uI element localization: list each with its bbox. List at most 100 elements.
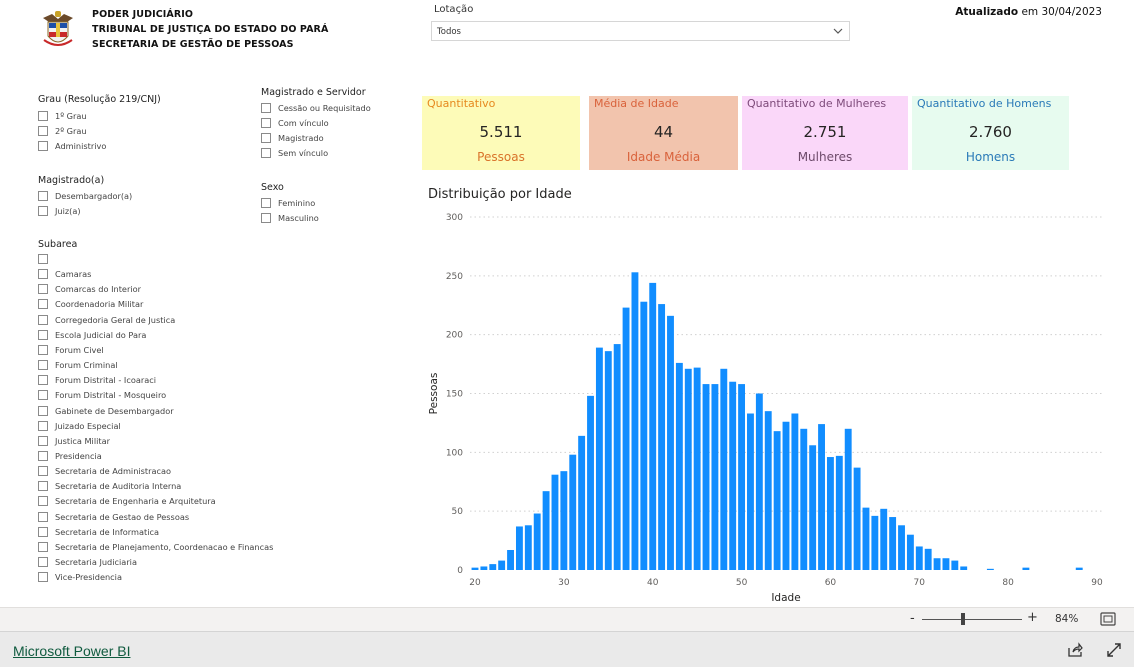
checkbox[interactable]	[38, 375, 48, 386]
zoom-out-button[interactable]: -	[910, 611, 915, 626]
checkbox[interactable]	[38, 360, 48, 371]
slicer-option-subarea[interactable]: Escola Judicial do Para	[38, 329, 146, 341]
slicer-option-subarea[interactable]: Juizado Especial	[38, 420, 121, 432]
zoom-in-button[interactable]: +	[1027, 610, 1038, 625]
slicer-option-label: Secretaria Judiciaria	[55, 557, 137, 567]
slicer-option-magistrado[interactable]: Juiz(a)	[38, 205, 81, 217]
slicer-option-mag_servidor[interactable]: Com vínculo	[261, 117, 329, 129]
checkbox[interactable]	[261, 198, 271, 208]
checkbox[interactable]	[38, 254, 48, 264]
slicer-option-grau[interactable]: Administrivo	[38, 140, 106, 152]
slicer-option-label: Desembargador(a)	[55, 191, 133, 201]
fit-to-page-icon[interactable]	[1100, 612, 1116, 626]
slicer-option-subarea[interactable]: Secretaria Judiciaria	[38, 556, 137, 568]
kpi-unit: Pessoas	[477, 150, 525, 164]
histogram-bar	[684, 368, 692, 570]
slicer-option-mag_servidor[interactable]: Sem vínculo	[261, 147, 328, 159]
checkbox[interactable]	[38, 572, 48, 583]
slicer-option-label: Escola Judicial do Para	[55, 329, 147, 340]
slicer-title-grau: Grau (Resolução 219/CNJ)	[38, 94, 161, 105]
checkbox[interactable]	[38, 450, 48, 461]
slicer-option-mag_servidor[interactable]: Magistrado	[261, 132, 324, 144]
slicer-option-subarea[interactable]: Secretaria de Planejamento, Coordenacao …	[38, 541, 273, 553]
slicer-option-subarea[interactable]: Forum Criminal	[38, 359, 118, 371]
slicer-option-grau[interactable]: 2º Grau	[38, 125, 87, 137]
slicer-option-subarea[interactable]	[38, 253, 55, 265]
y-tick-label: 300	[446, 213, 463, 223]
slicer-option-subarea[interactable]: Secretaria de Auditoria Interna	[38, 480, 181, 492]
fullscreen-icon[interactable]	[1106, 642, 1122, 658]
checkbox[interactable]	[38, 496, 48, 507]
slicer-option-subarea[interactable]: Justica Militar	[38, 435, 110, 447]
slicer-option-subarea[interactable]: Corregedoria Geral de Justica	[38, 314, 175, 326]
checkbox[interactable]	[261, 118, 271, 128]
kpi-unit: Homens	[965, 150, 1016, 164]
histogram-bar	[613, 344, 621, 570]
slicer-option-label: Comarcas do Interior	[55, 284, 141, 295]
checkbox[interactable]	[38, 541, 48, 552]
slicer-option-subarea[interactable]: Vice-Presidencia	[38, 571, 122, 583]
checkbox[interactable]	[38, 111, 48, 121]
checkbox[interactable]	[38, 435, 48, 446]
slicer-option-mag_servidor[interactable]: Cessão ou Requisitado	[261, 102, 371, 114]
checkbox[interactable]	[38, 329, 48, 340]
checkbox[interactable]	[38, 299, 48, 310]
checkbox[interactable]	[38, 390, 48, 401]
zoom-slider-handle[interactable]	[961, 613, 965, 625]
checkbox[interactable]	[38, 405, 48, 416]
slicer-option-subarea[interactable]: Forum Civel	[38, 344, 104, 356]
slicer-option-subarea[interactable]: Secretaria de Gestao de Pessoas	[38, 511, 189, 523]
checkbox[interactable]	[38, 526, 48, 537]
slicer-option-label: Coordenadoria Militar	[55, 299, 144, 310]
checkbox[interactable]	[38, 557, 48, 567]
slicer-option-sexo[interactable]: Feminino	[261, 197, 315, 209]
slicer-option-label: Secretaria de Gestao de Pessoas	[55, 511, 190, 522]
slicer-option-subarea[interactable]: Camaras	[38, 268, 91, 280]
checkbox[interactable]	[38, 191, 48, 201]
share-icon[interactable]	[1067, 642, 1083, 658]
slicer-option-sexo[interactable]: Masculino	[261, 212, 319, 224]
slicer-option-subarea[interactable]: Forum Distrital - Mosqueiro	[38, 389, 166, 401]
checkbox[interactable]	[261, 133, 271, 143]
checkbox[interactable]	[38, 314, 48, 325]
x-tick-label: 30	[558, 578, 570, 588]
x-tick-label: 70	[914, 578, 926, 588]
slicer-option-subarea[interactable]: Secretaria de Informatica	[38, 526, 159, 538]
microsoft-power-bi-link[interactable]: Microsoft Power BI	[13, 643, 130, 659]
zoom-slider-track[interactable]	[922, 619, 1022, 620]
checkbox[interactable]	[38, 511, 48, 522]
histogram-bar	[640, 301, 648, 570]
slicer-option-grau[interactable]: 1º Grau	[38, 110, 87, 122]
slicer-option-subarea[interactable]: Coordenadoria Militar	[38, 298, 143, 310]
checkbox[interactable]	[38, 269, 48, 280]
slicer-option-label: Cessão ou Requisitado	[278, 103, 371, 113]
checkbox[interactable]	[261, 103, 271, 113]
slicer-title-mag_servidor: Magistrado e Servidor	[261, 87, 366, 98]
slicer-option-subarea[interactable]: Presidencia	[38, 450, 102, 462]
slicer-option-magistrado[interactable]: Desembargador(a)	[38, 190, 132, 202]
checkbox[interactable]	[38, 284, 48, 295]
checkbox[interactable]	[38, 481, 48, 492]
slicer-option-subarea[interactable]: Secretaria de Engenharia e Arquitetura	[38, 495, 216, 507]
checkbox[interactable]	[38, 206, 48, 216]
checkbox[interactable]	[38, 420, 48, 431]
histogram-bar	[889, 517, 897, 570]
histogram-bar	[595, 347, 603, 570]
slicer-option-label: 2º Grau	[55, 126, 87, 136]
lotacao-dropdown[interactable]: Todos	[431, 21, 850, 41]
slicer-option-subarea[interactable]: Gabinete de Desembargador	[38, 405, 174, 417]
lotacao-label: Lotação	[434, 4, 474, 15]
checkbox[interactable]	[38, 141, 48, 151]
checkbox[interactable]	[261, 213, 271, 223]
checkbox[interactable]	[38, 466, 48, 477]
slicer-option-subarea[interactable]: Forum Distrital - Icoaraci	[38, 374, 156, 386]
checkbox[interactable]	[38, 126, 48, 136]
histogram-bar	[604, 351, 612, 570]
slicer-option-subarea[interactable]: Secretaria de Administracao	[38, 465, 171, 477]
checkbox[interactable]	[38, 344, 48, 355]
histogram-bar	[826, 457, 834, 570]
histogram-bar	[515, 526, 523, 570]
slicer-option-subarea[interactable]: Comarcas do Interior	[38, 283, 141, 295]
checkbox[interactable]	[261, 148, 271, 158]
histogram-bar	[693, 367, 701, 570]
